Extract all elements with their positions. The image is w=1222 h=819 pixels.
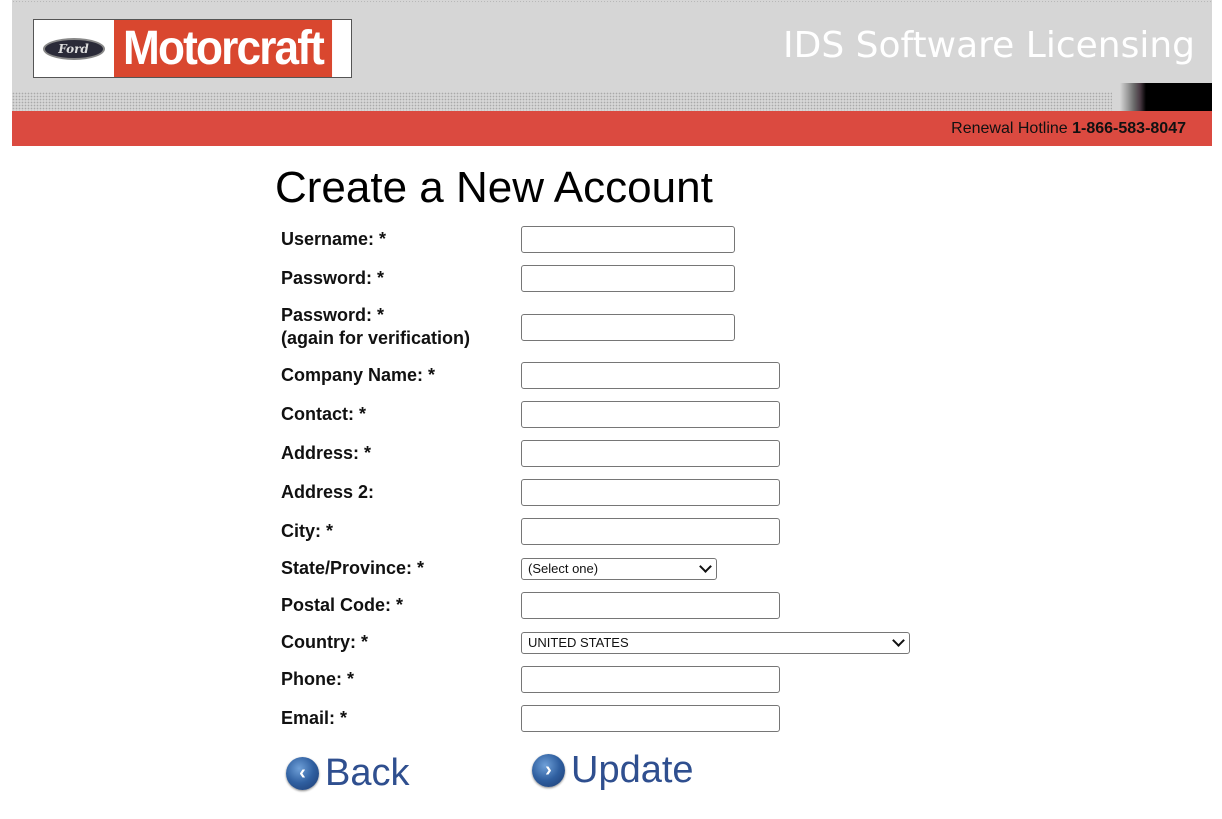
address2-label: Address 2: bbox=[281, 482, 375, 502]
country-select-value: UNITED STATES bbox=[528, 635, 629, 650]
chevron-left-circle-icon: ‹ bbox=[286, 757, 319, 790]
header-pattern bbox=[12, 0, 1212, 3]
renewal-hotline: Renewal Hotline 1-866-583-8047 bbox=[951, 120, 1186, 138]
hotline-number: 1-866-583-8047 bbox=[1072, 120, 1186, 137]
phone-label: Phone: * bbox=[281, 669, 355, 689]
header-pattern-bottom bbox=[12, 92, 1112, 111]
address2-input[interactable] bbox=[521, 479, 780, 506]
ford-oval-icon: Ford bbox=[42, 37, 105, 60]
password-confirm-label-line2: (again for verification) bbox=[281, 328, 471, 348]
password-confirm-input[interactable] bbox=[521, 314, 735, 341]
company-name-input[interactable] bbox=[521, 362, 780, 389]
password-label: Password: * bbox=[281, 268, 385, 288]
company-name-label: Company Name: * bbox=[281, 365, 436, 385]
update-label: Update bbox=[571, 749, 694, 791]
state-select-value: (Select one) bbox=[528, 561, 599, 576]
contact-label: Contact: * bbox=[281, 404, 366, 424]
site-header: Ford Motorcraft IDS Software Licensing bbox=[12, 0, 1212, 111]
page-title: Create a New Account bbox=[275, 163, 713, 212]
address-input[interactable] bbox=[521, 440, 780, 467]
header-accent bbox=[1120, 83, 1212, 111]
username-label: Username: * bbox=[281, 229, 387, 249]
postal-code-input[interactable] bbox=[521, 592, 780, 619]
hotline-label: Renewal Hotline bbox=[951, 120, 1068, 137]
phone-input[interactable] bbox=[521, 666, 780, 693]
hotline-bar: Renewal Hotline 1-866-583-8047 bbox=[12, 111, 1212, 146]
city-label: City: * bbox=[281, 521, 334, 541]
country-label: Country: * bbox=[281, 632, 368, 652]
state-label: State/Province: * bbox=[281, 558, 425, 578]
contact-input[interactable] bbox=[521, 401, 780, 428]
back-label: Back bbox=[325, 752, 410, 794]
username-input[interactable] bbox=[521, 226, 735, 253]
city-input[interactable] bbox=[521, 518, 780, 545]
postal-code-label: Postal Code: * bbox=[281, 595, 404, 615]
update-button[interactable]: › Update bbox=[532, 749, 694, 792]
chevron-right-circle-icon: › bbox=[532, 754, 565, 787]
chevron-down-icon bbox=[699, 560, 712, 573]
password-confirm-label: Password: * (again for verification) bbox=[281, 304, 470, 350]
ford-logo-box: Ford bbox=[34, 20, 113, 77]
motorcraft-logo[interactable]: Ford Motorcraft bbox=[33, 19, 352, 78]
back-button[interactable]: ‹ Back bbox=[286, 752, 409, 795]
app-title: IDS Software Licensing bbox=[782, 25, 1195, 66]
country-select[interactable]: UNITED STATES bbox=[521, 632, 910, 654]
email-input[interactable] bbox=[521, 705, 780, 732]
email-label: Email: * bbox=[281, 708, 348, 728]
motorcraft-wordmark: Motorcraft bbox=[114, 20, 333, 77]
password-confirm-label-line1: Password: * bbox=[281, 305, 385, 325]
chevron-down-icon bbox=[892, 634, 905, 647]
address-label: Address: * bbox=[281, 443, 372, 463]
state-select[interactable]: (Select one) bbox=[521, 558, 717, 580]
password-input[interactable] bbox=[521, 265, 735, 292]
